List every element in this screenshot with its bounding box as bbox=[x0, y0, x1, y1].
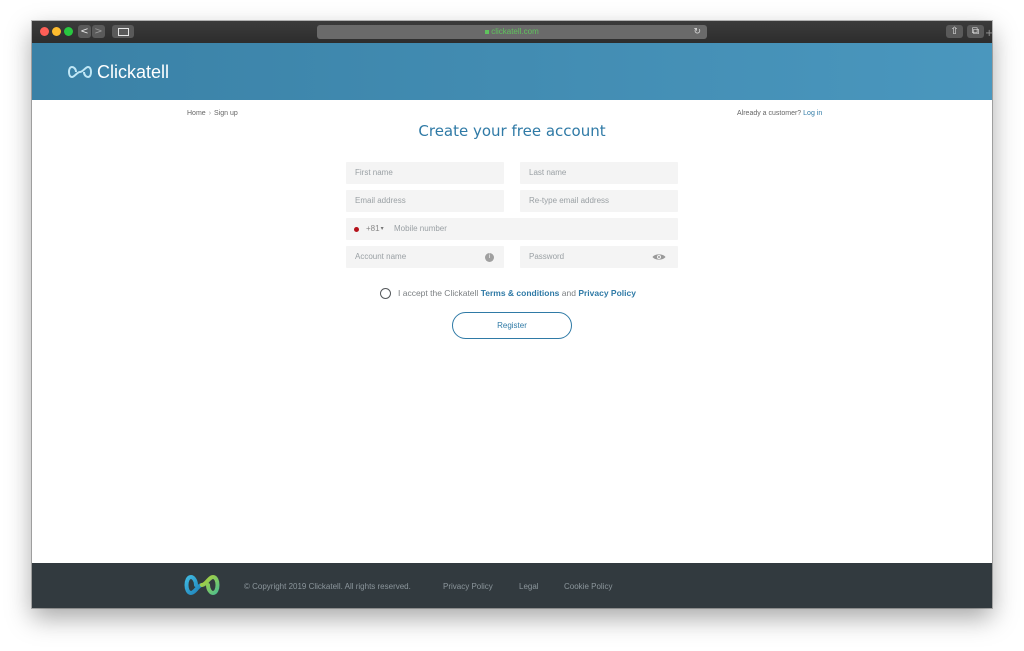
first-name-input[interactable]: First name bbox=[346, 162, 504, 184]
url-text: clickatell.com bbox=[491, 27, 539, 36]
breadcrumb: Home › Sign up bbox=[187, 110, 238, 117]
sidebar-icon bbox=[118, 28, 129, 36]
terms-prefix: I accept the Clickatell bbox=[398, 288, 481, 298]
browser-toolbar: < > clickatell.com ↻ ⇧ ⧉ + bbox=[32, 21, 992, 44]
email-input[interactable]: Email address bbox=[346, 190, 504, 212]
login-link[interactable]: Log in bbox=[803, 110, 822, 117]
password-input[interactable]: Password bbox=[520, 246, 678, 268]
minimize-window-button[interactable] bbox=[52, 27, 61, 36]
login-prompt-text: Already a customer? bbox=[737, 110, 802, 117]
lock-icon bbox=[485, 29, 490, 34]
terms-and: and bbox=[559, 288, 579, 298]
clickatell-logo[interactable]: Clickatell bbox=[68, 61, 169, 83]
mobile-number-input[interactable]: Mobile number bbox=[394, 218, 447, 240]
clickatell-footer-logo-icon[interactable] bbox=[184, 573, 220, 597]
accept-terms-radio[interactable] bbox=[380, 287, 391, 299]
footer-link-privacy-policy[interactable]: Privacy Policy bbox=[443, 582, 493, 591]
browser-window: < > clickatell.com ↻ ⇧ ⧉ + Clickatell Ho… bbox=[32, 21, 992, 608]
sidebar-toggle-button[interactable] bbox=[112, 25, 134, 38]
eye-icon[interactable] bbox=[652, 253, 666, 261]
brand-name: Clickatell bbox=[97, 61, 170, 82]
country-code: +81 bbox=[366, 224, 380, 233]
breadcrumb-current: Sign up bbox=[214, 110, 238, 117]
tabs-overview-button[interactable]: ⧉ bbox=[967, 25, 984, 38]
password-placeholder: Password bbox=[529, 252, 565, 261]
copyright-text: © Copyright 2019 Clickatell. All rights … bbox=[244, 582, 411, 591]
breadcrumb-home[interactable]: Home bbox=[187, 110, 206, 117]
close-window-button[interactable] bbox=[40, 27, 49, 36]
breadcrumb-separator: › bbox=[208, 110, 212, 117]
page-title: Create your free account bbox=[418, 122, 606, 140]
country-code-select[interactable]: +81 ▾ bbox=[346, 218, 391, 240]
account-name-input[interactable]: Account name i bbox=[346, 246, 504, 268]
site-footer: © Copyright 2019 Clickatell. All rights … bbox=[32, 563, 992, 608]
info-icon[interactable]: i bbox=[485, 253, 494, 262]
new-tab-button[interactable]: + bbox=[985, 27, 992, 41]
share-button[interactable]: ⇧ bbox=[946, 25, 963, 38]
login-prompt: Already a customer? Log in bbox=[737, 110, 822, 117]
site-header: Clickatell bbox=[32, 43, 992, 100]
terms-consent: I accept the Clickatell Terms & conditio… bbox=[380, 286, 636, 300]
footer-link-cookie-policy[interactable]: Cookie Policy bbox=[564, 582, 612, 591]
zoom-window-button[interactable] bbox=[64, 27, 73, 36]
terms-link[interactable]: Terms & conditions bbox=[481, 288, 560, 298]
account-name-placeholder: Account name bbox=[355, 252, 407, 261]
chevron-down-icon: ▾ bbox=[380, 226, 384, 232]
privacy-policy-link[interactable]: Privacy Policy bbox=[578, 288, 636, 298]
last-name-input[interactable]: Last name bbox=[520, 162, 678, 184]
mobile-field: +81 ▾ Mobile number bbox=[346, 218, 678, 240]
footer-link-legal[interactable]: Legal bbox=[519, 582, 539, 591]
clickatell-logo-icon bbox=[68, 65, 92, 79]
japan-flag-icon bbox=[354, 226, 359, 232]
reload-icon[interactable]: ↻ bbox=[693, 25, 701, 39]
register-button[interactable]: Register bbox=[452, 312, 572, 339]
address-bar[interactable]: clickatell.com ↻ bbox=[317, 25, 707, 39]
retype-email-input[interactable]: Re-type email address bbox=[520, 190, 678, 212]
forward-button[interactable]: > bbox=[92, 25, 105, 38]
back-button[interactable]: < bbox=[78, 25, 91, 38]
